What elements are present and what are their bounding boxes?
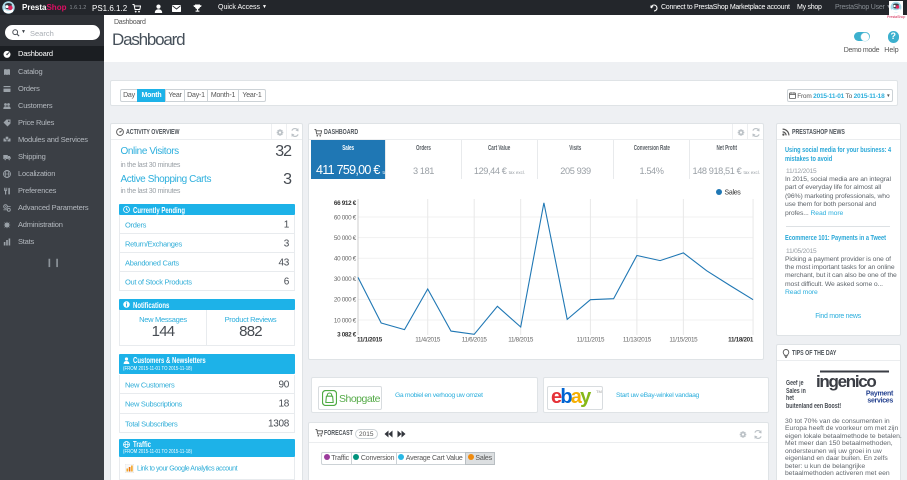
svg-text:66 912 €: 66 912 € — [334, 200, 357, 207]
svg-text:11/11/2015: 11/11/2015 — [577, 337, 605, 344]
svg-text:50 000 €: 50 000 € — [334, 235, 357, 242]
svg-text:11/1/2015: 11/1/2015 — [357, 337, 383, 344]
svg-text:11/18/201: 11/18/201 — [728, 337, 754, 344]
svg-text:11/8/2015: 11/8/2015 — [508, 337, 534, 344]
svg-text:20 000 €: 20 000 € — [334, 297, 357, 304]
svg-text:Sales: Sales — [725, 190, 742, 197]
svg-text:11/4/2015: 11/4/2015 — [415, 337, 441, 344]
svg-text:11/6/2015: 11/6/2015 — [462, 337, 488, 344]
svg-text:30 000 €: 30 000 € — [334, 276, 357, 283]
svg-text:10 000 €: 10 000 € — [334, 317, 357, 324]
svg-text:60 000 €: 60 000 € — [334, 214, 357, 221]
svg-text:Payment: Payment — [865, 391, 893, 398]
svg-text:11/13/2015: 11/13/2015 — [623, 337, 652, 344]
svg-text:services: services — [867, 398, 893, 404]
svg-text:40 000 €: 40 000 € — [334, 256, 357, 263]
svg-text:3 082 €: 3 082 € — [337, 332, 357, 339]
svg-text:11/15/2015: 11/15/2015 — [669, 337, 698, 344]
